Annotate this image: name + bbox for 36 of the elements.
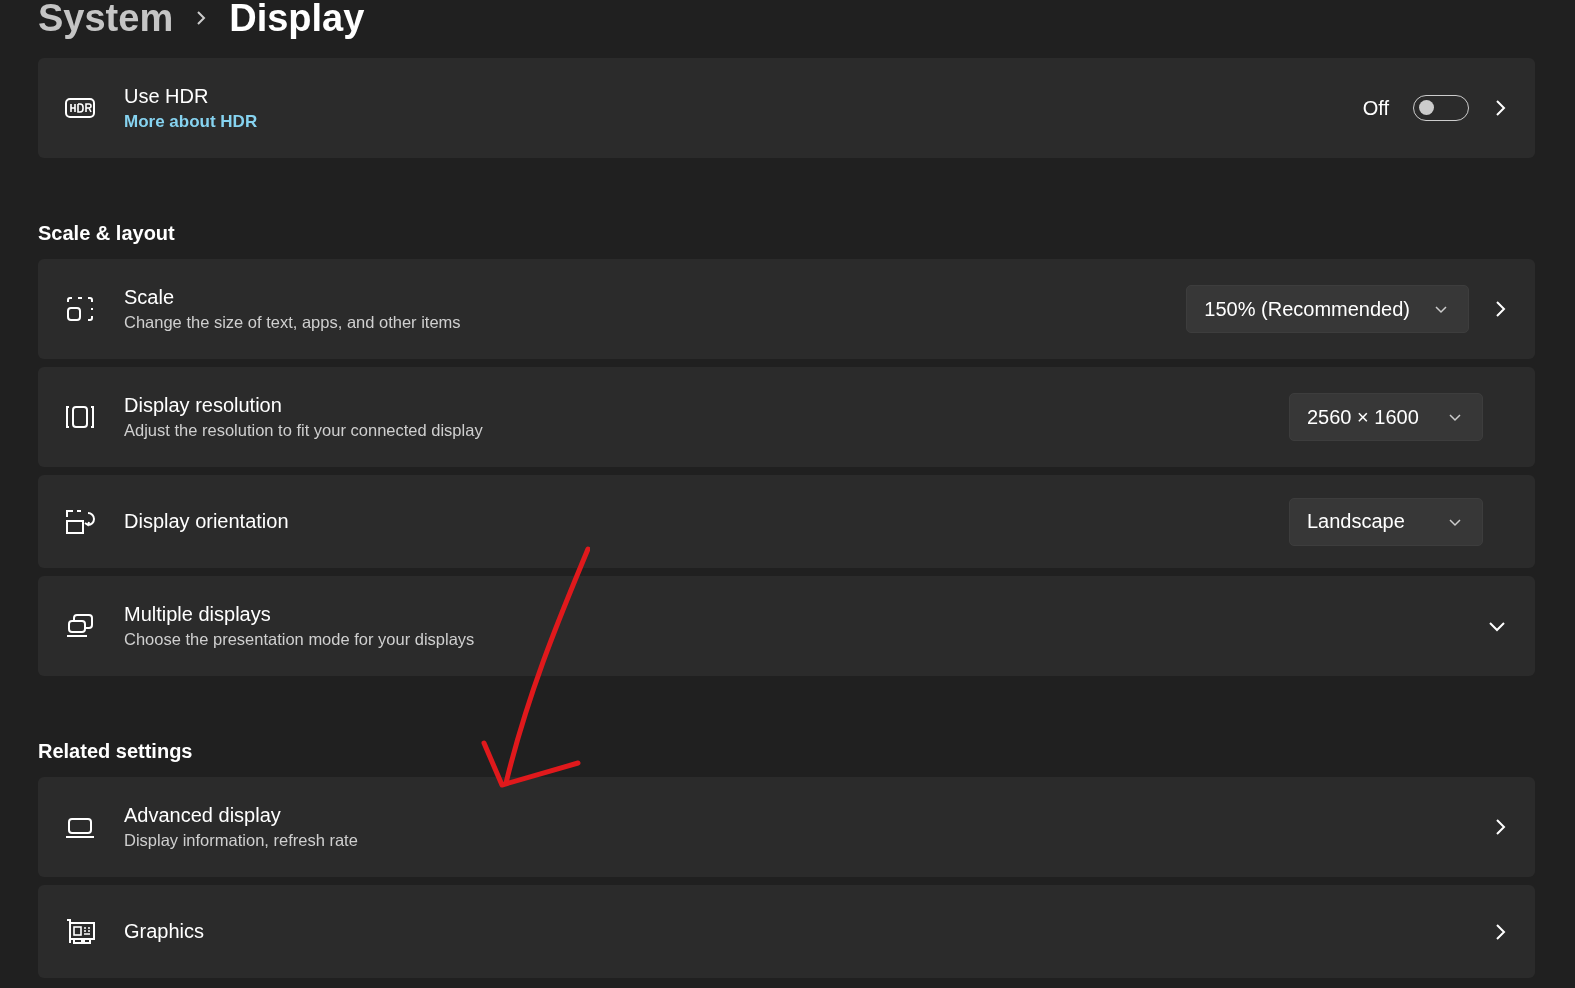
dropdown[interactable]: Landscape: [1289, 497, 1483, 546]
setting-title: Display orientation: [124, 510, 290, 533]
graphics-card-icon: [64, 916, 96, 947]
setting-title: Scale: [124, 286, 176, 309]
setting-description: Change the size of text, apps, and other items: [124, 313, 462, 332]
scale-icon: [64, 294, 96, 324]
setting-title: Multiple displays: [124, 603, 272, 626]
chevron-right-icon[interactable]: [1493, 98, 1507, 118]
settings-card[interactable]: Advanced display Display information, refresh rate: [38, 777, 1535, 877]
setting-title: Advanced display: [124, 804, 282, 827]
chevron-right-icon[interactable]: [1493, 299, 1507, 319]
setting-title: Graphics: [124, 920, 206, 943]
settings-card[interactable]: Graphics: [38, 885, 1535, 978]
chevron-right-icon: [195, 9, 208, 27]
caret-icon: [1434, 304, 1448, 314]
chevron-right-icon[interactable]: [1493, 921, 1507, 942]
more-about-hdr-link[interactable]: More about HDR: [124, 111, 1363, 132]
section-heading: Scale & layout: [38, 222, 176, 245]
dropdown[interactable]: 150% (Recommended): [1186, 285, 1469, 333]
dropdown[interactable]: 2560 × 1600: [1289, 393, 1483, 441]
settings-card[interactable]: Scale Change the size of text, apps, and other items 150% (Recommended): [38, 259, 1535, 359]
settings-card[interactable]: Display orientation Landscape: [38, 475, 1535, 568]
settings-card[interactable]: Use HDR More about HDR Off: [38, 58, 1535, 158]
setting-title: Display resolution: [124, 394, 283, 417]
section-heading: Related settings: [38, 740, 194, 763]
toggle-state-label: Off: [1362, 96, 1389, 120]
chevron-right-icon[interactable]: [1493, 817, 1507, 837]
settings-card[interactable]: Display resolution Adjust the resolution to fit your connected display 2560 × 1600: [38, 367, 1535, 467]
settings-card[interactable]: Multiple displays Choose the presentation mode for your displays: [38, 576, 1535, 676]
caret-icon: [1448, 412, 1462, 422]
expand-chevron-icon[interactable]: [1487, 619, 1507, 633]
setting-title: Use HDR: [124, 84, 210, 108]
caret-icon: [1448, 516, 1462, 527]
setting-description: Display information, refresh rate: [124, 831, 359, 850]
setting-description: Adjust the resolution to fit your connected display: [124, 421, 484, 440]
setting-description: Choose the presentation mode for your displays: [124, 630, 476, 649]
